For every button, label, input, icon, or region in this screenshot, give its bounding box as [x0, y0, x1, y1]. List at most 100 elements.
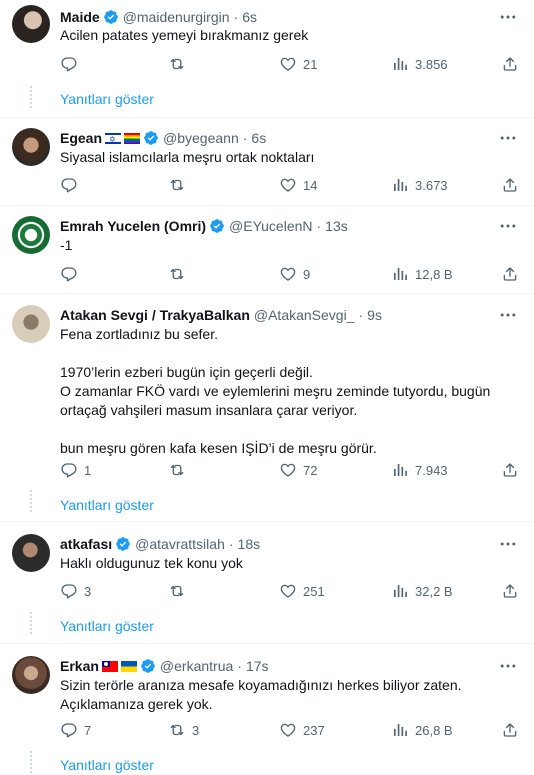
views-count: 32,2 B	[415, 583, 453, 599]
author-name[interactable]: Atakan Sevgi / TrakyaBalkan	[60, 307, 250, 323]
avatar[interactable]	[12, 656, 50, 694]
retweet-button[interactable]	[168, 263, 192, 285]
author-handle[interactable]: @EYucelenN	[229, 218, 312, 234]
reply-button[interactable]: 7	[60, 719, 91, 741]
reply-button[interactable]: 1	[60, 459, 91, 481]
share-button[interactable]	[501, 53, 519, 75]
more-icon[interactable]	[498, 305, 518, 325]
tweet-card[interactable]: Maide @maidenurgirgin · 6s Acilen patate…	[0, 0, 534, 118]
reply-button[interactable]	[60, 263, 84, 285]
show-replies-link[interactable]: Yanıtları göster	[60, 618, 154, 634]
tweet-text-line: -1	[60, 237, 73, 253]
views-count: 3.673	[415, 177, 448, 193]
tweet-card[interactable]: Atakan Sevgi / TrakyaBalkan @AtakanSevgi…	[0, 294, 534, 522]
tweet-card[interactable]: Emrah Yucelen (Omri) @EYucelenN · 13s -1…	[0, 206, 534, 294]
views-button[interactable]: 12,8 B	[391, 263, 453, 285]
action-bar: 9 12,8 B	[60, 263, 520, 285]
more-icon[interactable]	[498, 656, 518, 676]
views-icon	[391, 461, 409, 479]
retweet-button[interactable]	[168, 53, 192, 75]
avatar[interactable]	[12, 128, 50, 166]
views-button[interactable]: 26,8 B	[391, 719, 453, 741]
author-name[interactable]: Maide	[60, 9, 100, 25]
like-icon	[279, 582, 297, 600]
share-button[interactable]	[501, 459, 519, 481]
tweet-card[interactable]: Egean ✡ @byegeann · 6s Siyasal islamcıla…	[0, 118, 534, 206]
share-button[interactable]	[501, 580, 519, 602]
reply-button[interactable]: 3	[60, 580, 91, 602]
more-icon[interactable]	[498, 7, 518, 27]
avatar[interactable]	[12, 216, 50, 254]
reply-button[interactable]	[60, 53, 84, 75]
avatar[interactable]	[12, 305, 50, 343]
like-button[interactable]: 21	[279, 53, 317, 75]
retweet-icon	[168, 721, 186, 739]
tweet-text: Fena zortladınız bu sefer. 1970’lerin ez…	[60, 325, 514, 458]
share-icon	[501, 721, 519, 739]
retweet-button[interactable]	[168, 580, 192, 602]
timestamp[interactable]: 6s	[251, 130, 266, 146]
retweet-button[interactable]: 3	[168, 719, 199, 741]
author-handle[interactable]: @AtakanSevgi_	[254, 307, 355, 323]
author-name[interactable]: Egean	[60, 130, 102, 146]
more-icon[interactable]	[498, 128, 518, 148]
author-name[interactable]: atkafası	[60, 536, 112, 552]
reply-count: 7	[84, 722, 92, 738]
like-button[interactable]: 237	[279, 719, 325, 741]
tweet-text: Haklı oldugunuz tek konu yok	[60, 554, 514, 573]
like-button[interactable]: 72	[279, 459, 317, 481]
like-button[interactable]: 14	[279, 174, 317, 196]
reply-icon	[60, 55, 78, 73]
share-button[interactable]	[501, 174, 519, 196]
author-handle[interactable]: @byegeann	[163, 130, 239, 146]
tweet-text-line: Fena zortladınız bu sefer.	[60, 326, 218, 342]
views-count: 3.856	[415, 56, 448, 72]
views-button[interactable]: 32,2 B	[391, 580, 453, 602]
verified-badge-icon	[143, 130, 159, 146]
author-name[interactable]: Emrah Yucelen (Omri)	[60, 218, 206, 234]
timestamp[interactable]: 9s	[367, 307, 382, 323]
share-button[interactable]	[501, 719, 519, 741]
author-handle[interactable]: @erkantrua	[160, 658, 233, 674]
more-icon[interactable]	[498, 534, 518, 554]
reply-button[interactable]	[60, 174, 84, 196]
author-name[interactable]: Erkan	[60, 658, 99, 674]
israel-flag-icon: ✡	[105, 132, 122, 144]
views-button[interactable]: 3.673	[391, 174, 448, 196]
like-count: 72	[303, 462, 318, 478]
tweet-text-line: Acilen patates yemeyi bırakmanız gerek	[60, 27, 309, 43]
taiwan-flag-icon	[101, 660, 118, 672]
show-replies-link[interactable]: Yanıtları göster	[60, 497, 154, 513]
author-handle[interactable]: @atavrattsilah	[135, 536, 225, 552]
timestamp[interactable]: 17s	[246, 658, 269, 674]
share-button[interactable]	[501, 263, 519, 285]
views-button[interactable]: 7.943	[391, 459, 448, 481]
reply-icon	[60, 582, 78, 600]
retweet-button[interactable]	[168, 459, 192, 481]
views-button[interactable]: 3.856	[391, 53, 448, 75]
author-handle[interactable]: @maidenurgirgin	[123, 9, 230, 25]
tweet-text: Acilen patates yemeyi bırakmanız gerek	[60, 26, 514, 45]
like-button[interactable]: 9	[279, 263, 310, 285]
more-icon[interactable]	[498, 216, 518, 236]
retweet-icon	[168, 176, 186, 194]
tweet-card[interactable]: Erkan @erkantrua · 17s Sizin terörle ara…	[0, 644, 534, 775]
tweet-text: Siyasal islamcılarla meşru ortak noktala…	[60, 148, 514, 167]
views-icon	[391, 176, 409, 194]
tweet-text-line: O zamanlar FKÖ vardı ve eylemlerini meşr…	[60, 383, 491, 418]
timestamp[interactable]: 18s	[238, 536, 261, 552]
reply-icon	[60, 721, 78, 739]
timestamp[interactable]: 6s	[242, 9, 257, 25]
like-count: 9	[303, 266, 311, 282]
like-button[interactable]: 251	[279, 580, 325, 602]
show-replies-link[interactable]: Yanıtları göster	[60, 757, 154, 773]
retweet-button[interactable]	[168, 174, 192, 196]
timestamp[interactable]: 13s	[325, 218, 348, 234]
show-replies-link[interactable]: Yanıtları göster	[60, 91, 154, 107]
separator-dot: ·	[242, 130, 248, 146]
avatar[interactable]	[12, 534, 50, 572]
avatar[interactable]	[12, 5, 50, 43]
views-icon	[391, 265, 409, 283]
tweet-card[interactable]: atkafası @atavrattsilah · 18s Haklı oldu…	[0, 522, 534, 644]
retweet-icon	[168, 265, 186, 283]
